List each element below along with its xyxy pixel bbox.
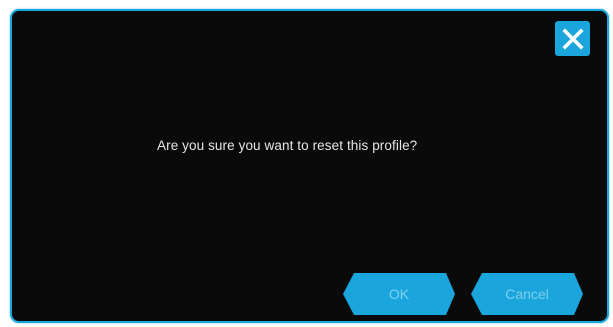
dialog-message: Are you sure you want to reset this prof… <box>157 138 418 153</box>
ok-button-label: OK <box>388 286 410 302</box>
ok-button[interactable]: OK <box>342 272 456 316</box>
cancel-button-label: Cancel <box>505 286 549 302</box>
cancel-button[interactable]: Cancel <box>470 272 584 316</box>
close-icon <box>561 27 584 50</box>
close-button[interactable] <box>555 21 590 56</box>
